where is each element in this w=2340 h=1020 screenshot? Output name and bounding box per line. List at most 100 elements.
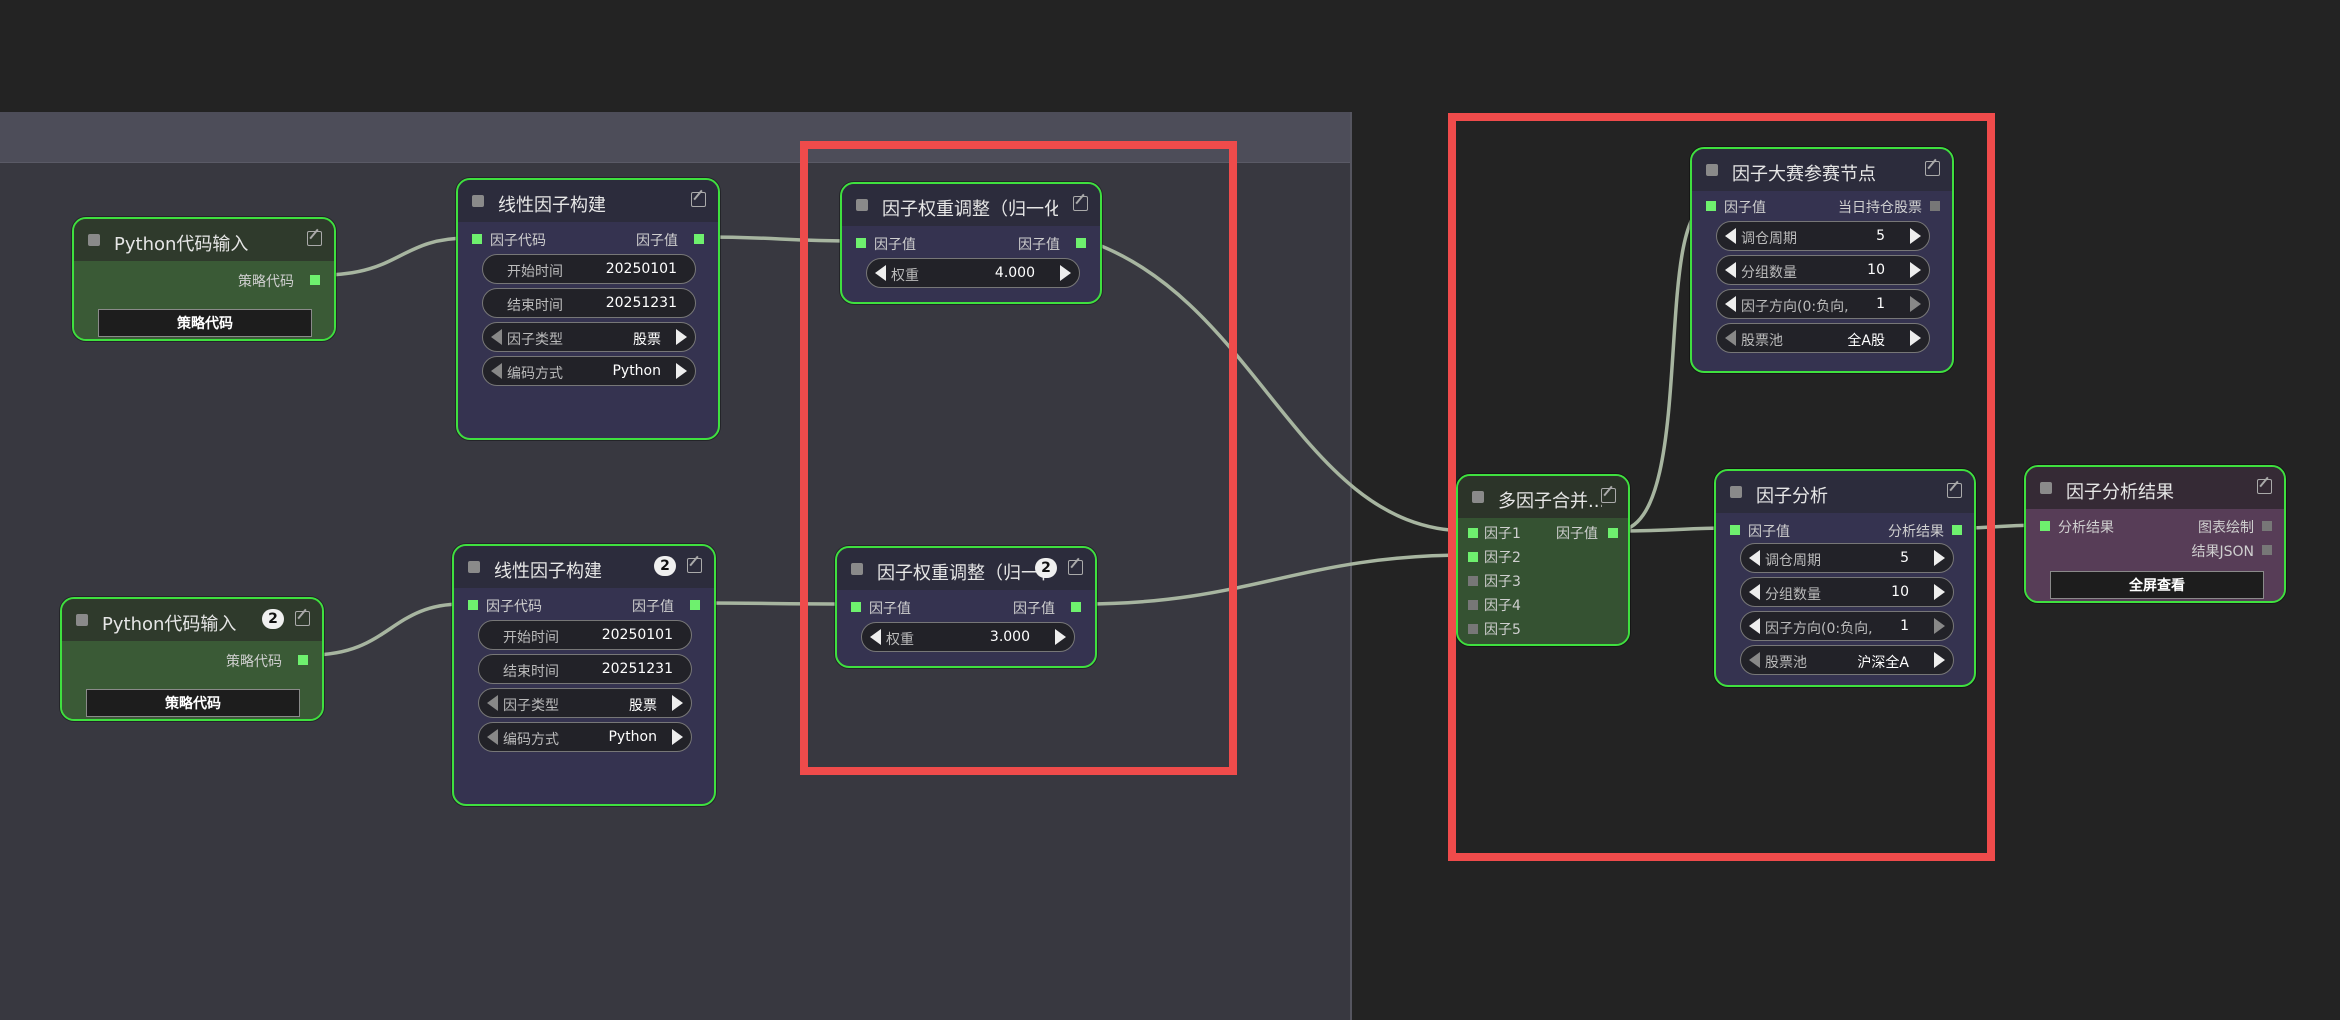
weight-stepper[interactable]: 权重 3.000	[861, 622, 1075, 652]
edit-icon[interactable]	[1947, 483, 1962, 498]
left-arrow-icon[interactable]	[1749, 652, 1760, 668]
left-arrow-icon[interactable]	[1749, 584, 1760, 600]
right-arrow-icon[interactable]	[1060, 265, 1071, 281]
input-port[interactable]	[1730, 525, 1740, 535]
rebalance-period-stepper[interactable]: 调仓周期 5	[1740, 543, 1954, 573]
collapse-icon[interactable]	[88, 234, 100, 246]
factor-analysis-node[interactable]: 因子分析 因子值 分析结果 调仓周期 5 分组数量 10 因子方向(0:负向, 1 股…	[1714, 469, 1976, 687]
end-date-field[interactable]: 结束时间 20251231	[482, 288, 696, 318]
edit-icon[interactable]	[1925, 161, 1940, 176]
linear-factor-node[interactable]: 线性因子构建 2 因子代码 因子值 开始时间 20250101 结束时间 20251…	[452, 544, 716, 806]
weight-stepper[interactable]: 权重 4.000	[866, 258, 1080, 288]
edit-icon[interactable]	[2257, 479, 2272, 494]
right-arrow-icon[interactable]	[1934, 550, 1945, 566]
left-arrow-icon[interactable]	[1725, 296, 1736, 312]
factor-type-combo[interactable]: 因子类型 股票	[478, 688, 692, 718]
edit-icon[interactable]	[687, 558, 702, 573]
right-arrow-icon[interactable]	[676, 363, 687, 379]
left-arrow-icon[interactable]	[1749, 618, 1760, 634]
factor-direction-stepper[interactable]: 因子方向(0:负向, 1	[1716, 289, 1930, 319]
collapse-icon[interactable]	[851, 563, 863, 575]
weight-adjust-node[interactable]: 因子权重调整（归一化 因子值 因子值 权重 4.000	[840, 182, 1102, 304]
output-port[interactable]	[298, 655, 308, 665]
input-port[interactable]	[2040, 521, 2050, 531]
output-port[interactable]	[310, 275, 320, 285]
input-port[interactable]	[472, 234, 482, 244]
collapse-icon[interactable]	[468, 561, 480, 573]
group-count-stepper[interactable]: 分组数量 10	[1716, 255, 1930, 285]
collapse-icon[interactable]	[1706, 164, 1718, 176]
right-arrow-icon[interactable]	[1910, 330, 1921, 346]
node-header[interactable]: 线性因子构建 2	[454, 546, 714, 588]
strategy-code-button[interactable]: 策略代码	[98, 309, 312, 337]
collapse-icon[interactable]	[76, 614, 88, 626]
start-date-field[interactable]: 开始时间 20250101	[478, 620, 692, 650]
collapse-icon[interactable]	[2040, 482, 2052, 494]
output-port[interactable]	[2262, 521, 2272, 531]
right-arrow-icon[interactable]	[1910, 228, 1921, 244]
input-port[interactable]	[851, 602, 861, 612]
node-header[interactable]: 线性因子构建	[458, 180, 718, 222]
node-header[interactable]: 因子权重调整（归一化 2	[837, 548, 1095, 590]
output-port[interactable]	[690, 600, 700, 610]
left-arrow-icon[interactable]	[487, 729, 498, 745]
start-date-field[interactable]: 开始时间 20250101	[482, 254, 696, 284]
rebalance-period-stepper[interactable]: 调仓周期 5	[1716, 221, 1930, 251]
edit-icon[interactable]	[1068, 560, 1083, 575]
strategy-code-button[interactable]: 策略代码	[86, 689, 300, 717]
node-header[interactable]: Python代码输入	[74, 219, 334, 261]
node-header[interactable]: 因子分析	[1716, 471, 1974, 513]
edit-icon[interactable]	[691, 192, 706, 207]
left-arrow-icon[interactable]	[491, 363, 502, 379]
output-port[interactable]	[1071, 602, 1081, 612]
factor-direction-stepper[interactable]: 因子方向(0:负向, 1	[1740, 611, 1954, 641]
right-arrow-icon[interactable]	[1934, 652, 1945, 668]
input-port[interactable]	[1468, 528, 1478, 538]
node-header[interactable]: 因子大赛参赛节点	[1692, 149, 1952, 191]
group-count-stepper[interactable]: 分组数量 10	[1740, 577, 1954, 607]
end-date-field[interactable]: 结束时间 20251231	[478, 654, 692, 684]
input-port[interactable]	[1706, 201, 1716, 211]
edit-icon[interactable]	[307, 231, 322, 246]
right-arrow-icon[interactable]	[672, 695, 683, 711]
stock-pool-combo[interactable]: 股票池 沪深全A	[1740, 645, 1954, 675]
output-port[interactable]	[1952, 525, 1962, 535]
output-port[interactable]	[1076, 238, 1086, 248]
left-arrow-icon[interactable]	[491, 329, 502, 345]
output-port[interactable]	[1608, 528, 1618, 538]
multi-factor-merge-node[interactable]: 多因子合并... 因子1 因子2 因子3 因子4 因子5 因子值	[1456, 474, 1630, 646]
left-arrow-icon[interactable]	[487, 695, 498, 711]
collapse-icon[interactable]	[472, 195, 484, 207]
input-port[interactable]	[468, 600, 478, 610]
edit-icon[interactable]	[1601, 488, 1616, 503]
output-port[interactable]	[2262, 545, 2272, 555]
right-arrow-icon[interactable]	[1934, 618, 1945, 634]
left-arrow-icon[interactable]	[1725, 262, 1736, 278]
left-arrow-icon[interactable]	[1725, 330, 1736, 346]
node-header[interactable]: 因子权重调整（归一化	[842, 184, 1100, 226]
right-arrow-icon[interactable]	[1910, 296, 1921, 312]
left-arrow-icon[interactable]	[1749, 550, 1760, 566]
edit-icon[interactable]	[1073, 196, 1088, 211]
collapse-icon[interactable]	[1730, 486, 1742, 498]
fullscreen-view-button[interactable]: 全屏查看	[2050, 571, 2264, 599]
encoding-combo[interactable]: 编码方式 Python	[482, 356, 696, 386]
stock-pool-combo[interactable]: 股票池 全A股	[1716, 323, 1930, 353]
analysis-result-node[interactable]: 因子分析结果 分析结果 图表绘制 结果JSON 全屏查看	[2024, 465, 2286, 603]
collapse-icon[interactable]	[1472, 491, 1484, 503]
linear-factor-node[interactable]: 线性因子构建 因子代码 因子值 开始时间 20250101 结束时间 2025123…	[456, 178, 720, 440]
right-arrow-icon[interactable]	[1055, 629, 1066, 645]
right-arrow-icon[interactable]	[676, 329, 687, 345]
left-arrow-icon[interactable]	[1725, 228, 1736, 244]
right-arrow-icon[interactable]	[1910, 262, 1921, 278]
input-port[interactable]	[1468, 624, 1478, 634]
left-arrow-icon[interactable]	[870, 629, 881, 645]
input-port[interactable]	[1468, 576, 1478, 586]
right-arrow-icon[interactable]	[672, 729, 683, 745]
node-header[interactable]: Python代码输入 2	[62, 599, 322, 641]
factor-type-combo[interactable]: 因子类型 股票	[482, 322, 696, 352]
right-arrow-icon[interactable]	[1934, 584, 1945, 600]
node-header[interactable]: 多因子合并...	[1458, 476, 1628, 518]
node-header[interactable]: 因子分析结果	[2026, 467, 2284, 509]
input-port[interactable]	[1468, 552, 1478, 562]
